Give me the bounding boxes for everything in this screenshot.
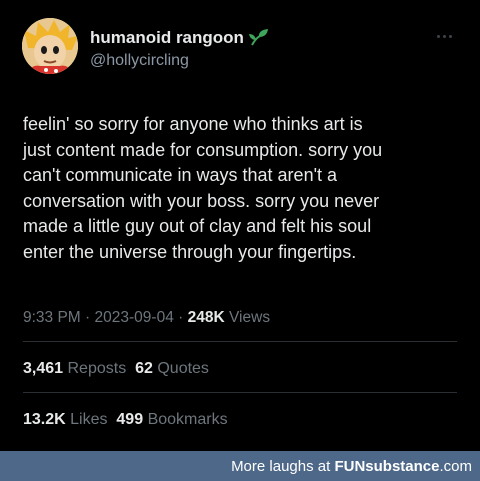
- reposts-label: Reposts: [67, 360, 127, 377]
- likes-link[interactable]: 13.2K Likes: [23, 411, 108, 428]
- watermark-prefix: More laughs at: [231, 458, 335, 475]
- tweet-text-line: just content made for consumption. sorry…: [23, 139, 383, 160]
- likes-label: Likes: [70, 411, 108, 428]
- divider: [23, 341, 457, 342]
- more-options-icon[interactable]: [432, 30, 456, 42]
- watermark-footer: More laughs at FUNsubstance.com: [0, 451, 480, 481]
- author-name[interactable]: humanoid rangoon: [90, 28, 270, 51]
- watermark-brand-domain: .com: [439, 458, 472, 475]
- views-label: Views: [229, 309, 271, 326]
- reposts-quotes-row: 3,461 Reposts 62 Quotes: [23, 360, 209, 378]
- sprout-icon: [248, 28, 270, 51]
- author-handle[interactable]: @hollycircling: [90, 52, 189, 70]
- watermark-brand-substance: substance: [365, 458, 440, 475]
- quotes-link[interactable]: 62 Quotes: [135, 360, 209, 377]
- meta-separator: ·: [178, 309, 184, 326]
- tweet-meta: 9:33 PM · 2023-09-04 · 248K Views: [23, 309, 270, 327]
- tweet-text-line: enter the universe through your fingerti…: [23, 241, 357, 262]
- watermark-text[interactable]: More laughs at FUNsubstance.com: [231, 458, 472, 475]
- tweet-card: humanoid rangoon @hollycircling feelin' …: [0, 0, 480, 451]
- watermark-brand-fun: FUN: [334, 458, 366, 475]
- bookmarks-link[interactable]: 499 Bookmarks: [116, 411, 227, 428]
- tweet-text-line: can't communicate in ways that aren't a: [23, 165, 338, 186]
- meta-separator: ·: [85, 309, 91, 326]
- reposts-count: 3,461: [23, 360, 64, 377]
- tweet-text-line: made a little guy out of clay and felt h…: [23, 216, 372, 237]
- bookmarks-count: 499: [116, 411, 144, 428]
- avatar[interactable]: [22, 18, 78, 74]
- tweet-date[interactable]: 2023-09-04: [95, 309, 174, 326]
- quotes-count: 62: [135, 360, 153, 377]
- likes-count: 13.2K: [23, 411, 66, 428]
- tweet-text: feelin' so sorry for anyone who thinks a…: [23, 112, 468, 266]
- reposts-link[interactable]: 3,461 Reposts: [23, 360, 126, 377]
- quotes-label: Quotes: [157, 360, 209, 377]
- tweet-time[interactable]: 9:33 PM: [23, 309, 81, 326]
- display-name: humanoid rangoon: [90, 28, 244, 47]
- views-count: 248K: [187, 309, 225, 326]
- bookmarks-label: Bookmarks: [147, 411, 228, 428]
- likes-bookmarks-row: 13.2K Likes 499 Bookmarks: [23, 411, 228, 429]
- tweet-text-line: feelin' so sorry for anyone who thinks a…: [23, 114, 363, 134]
- tweet-text-line: conversation with your boss. sorry you n…: [23, 190, 380, 211]
- cartoon-character-avatar-icon: [22, 18, 78, 74]
- divider: [23, 392, 457, 393]
